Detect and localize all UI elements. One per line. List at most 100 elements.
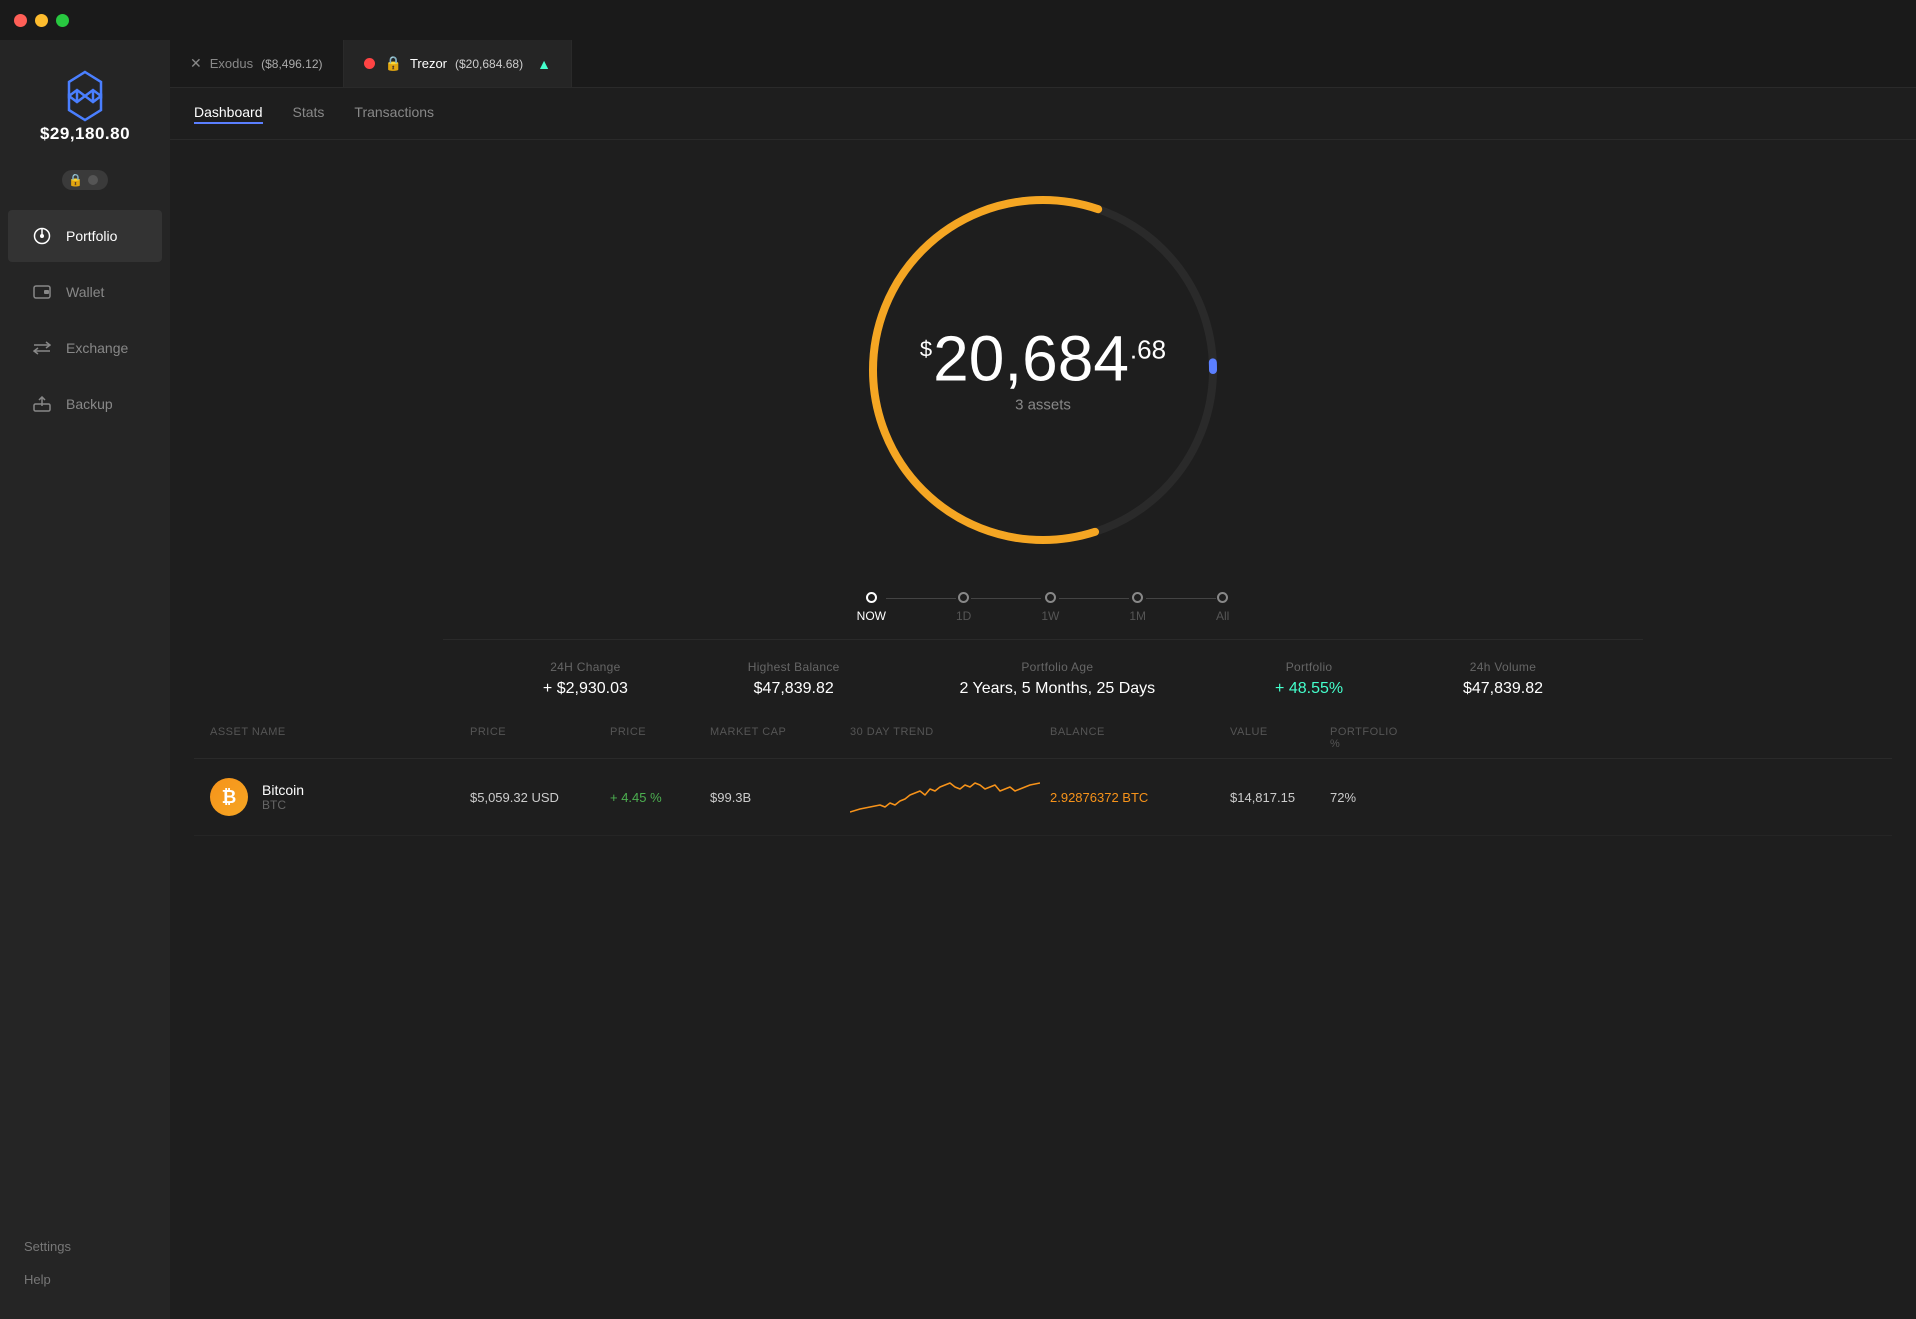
time-dot-1m	[1132, 592, 1143, 603]
btc-balance: 2.92876372 BTC	[1050, 790, 1230, 805]
btc-trend-chart	[850, 777, 1050, 817]
toggle-dot	[88, 175, 98, 185]
exchange-icon	[32, 338, 52, 358]
table-row[interactable]: ₿ Bitcoin BTC $5,059.32 USD + 4.45 % $99…	[194, 759, 1892, 836]
app-logo-icon	[57, 68, 113, 124]
btc-logo: ₿	[210, 778, 248, 816]
lock-toggle[interactable]: 🔒	[62, 170, 108, 190]
stat-portfolio-label: Portfolio	[1286, 660, 1333, 674]
subnav: Dashboard Stats Transactions	[170, 88, 1916, 140]
stat-highest-balance-value: $47,839.82	[754, 680, 834, 698]
portfolio-icon	[32, 226, 52, 246]
tab-stats[interactable]: Stats	[293, 104, 325, 124]
stat-24h-change: 24H Change + $2,930.03	[543, 660, 628, 698]
donut-cents: .68	[1130, 335, 1166, 366]
asset-table: ASSET NAME PRICE PRICE MARKET CAP 30 DAY…	[170, 718, 1916, 836]
stat-highest-balance-label: Highest Balance	[748, 660, 840, 674]
trezor-indicator-dot	[364, 58, 375, 69]
portfolio-label: Portfolio	[66, 228, 117, 244]
time-line-2	[971, 598, 1041, 599]
time-dot-all	[1217, 592, 1228, 603]
stat-24h-change-label: 24H Change	[550, 660, 620, 674]
time-node-1d[interactable]: 1D	[956, 592, 971, 623]
trezor-lock-icon: 🔒	[385, 55, 402, 72]
time-selector: NOW 1D 1W 1M	[857, 592, 1230, 623]
donut-dollar-sign: $	[920, 337, 932, 363]
time-label-1m: 1M	[1129, 609, 1146, 623]
backup-label: Backup	[66, 396, 113, 412]
sidebar-item-wallet[interactable]: Wallet	[8, 266, 162, 318]
stats-row: 24H Change + $2,930.03 Highest Balance $…	[443, 639, 1643, 698]
col-price: PRICE	[470, 726, 610, 750]
col-asset-name: ASSET NAME	[210, 726, 470, 750]
time-node-1m[interactable]: 1M	[1129, 592, 1146, 623]
backup-icon	[32, 394, 52, 414]
time-node-1w[interactable]: 1W	[1041, 592, 1059, 623]
donut-amount: $ 20,684 .68	[920, 327, 1166, 391]
time-dot-1d	[958, 592, 969, 603]
time-line-4	[1146, 598, 1216, 599]
col-price2: PRICE	[610, 726, 710, 750]
exodus-icon: ✕	[190, 55, 202, 72]
col-marketcap: MARKET CAP	[710, 726, 850, 750]
time-node-now[interactable]: NOW	[857, 592, 886, 623]
sidebar-item-portfolio[interactable]: Portfolio	[8, 210, 162, 262]
table-header: ASSET NAME PRICE PRICE MARKET CAP 30 DAY…	[194, 718, 1892, 759]
sidebar-bottom: Settings Help	[0, 1223, 170, 1319]
exodus-amount: ($8,496.12)	[261, 57, 322, 71]
account-tab-exodus[interactable]: ✕ Exodus ($8,496.12)	[170, 40, 344, 87]
btc-marketcap: $99.3B	[710, 790, 850, 805]
lock-icon: 🔒	[68, 173, 83, 187]
btc-logo-symbol: ₿	[222, 787, 237, 808]
sidebar: $29,180.80 🔒 Portfolio	[0, 40, 170, 1319]
close-button[interactable]	[14, 14, 27, 27]
maximize-button[interactable]	[56, 14, 69, 27]
stat-24h-volume-label: 24h Volume	[1470, 660, 1536, 674]
btc-change: + 4.45 %	[610, 790, 710, 805]
col-portfolio: PORTFOLIO %	[1330, 726, 1410, 750]
stat-portfolio: Portfolio + 48.55%	[1275, 660, 1343, 698]
main-content: ✕ Exodus ($8,496.12) 🔒 Trezor ($20,684.6…	[170, 40, 1916, 1319]
minimize-button[interactable]	[35, 14, 48, 27]
stat-portfolio-value: + 48.55%	[1275, 680, 1343, 698]
total-balance: $29,180.80	[40, 124, 130, 144]
btc-portfolio-pct: 72%	[1330, 790, 1410, 805]
stat-24h-volume-value: $47,839.82	[1463, 680, 1543, 698]
trezor-name: Trezor	[410, 56, 447, 71]
sidebar-item-exchange[interactable]: Exchange	[8, 322, 162, 374]
tab-transactions[interactable]: Transactions	[354, 104, 434, 124]
stat-portfolio-age-value: 2 Years, 5 Months, 25 Days	[960, 680, 1156, 698]
chart-container: $ 20,684 .68 3 assets NOW	[833, 140, 1253, 623]
col-balance: BALANCE	[1050, 726, 1230, 750]
btc-price: $5,059.32 USD	[470, 790, 610, 805]
time-line-3	[1059, 598, 1129, 599]
sidebar-item-settings[interactable]: Settings	[24, 1239, 146, 1254]
time-label-now: NOW	[857, 609, 886, 623]
time-label-1w: 1W	[1041, 609, 1059, 623]
wallet-icon	[32, 282, 52, 302]
time-line-1	[886, 598, 956, 599]
tab-dashboard[interactable]: Dashboard	[194, 104, 263, 124]
exchange-label: Exchange	[66, 340, 128, 356]
donut-chart: $ 20,684 .68 3 assets	[833, 160, 1253, 580]
btc-sparkline	[850, 777, 1040, 817]
stat-highest-balance: Highest Balance $47,839.82	[748, 660, 840, 698]
stat-portfolio-age-label: Portfolio Age	[1021, 660, 1093, 674]
time-node-all[interactable]: All	[1216, 592, 1229, 623]
time-dot-1w	[1045, 592, 1056, 603]
sidebar-item-backup[interactable]: Backup	[8, 378, 162, 430]
time-dot-now	[866, 592, 877, 603]
asset-name-cell: ₿ Bitcoin BTC	[210, 778, 470, 816]
exodus-name: Exodus	[210, 56, 253, 71]
account-tab-trezor[interactable]: 🔒 Trezor ($20,684.68) ▲	[344, 40, 572, 87]
titlebar	[0, 0, 1916, 40]
sidebar-item-help[interactable]: Help	[24, 1272, 146, 1287]
col-value: VALUE	[1230, 726, 1330, 750]
sidebar-nav: Portfolio Wallet	[0, 208, 170, 1223]
trezor-amount: ($20,684.68)	[455, 57, 523, 71]
expand-icon[interactable]: ▲	[537, 56, 551, 72]
accounts-bar: ✕ Exodus ($8,496.12) 🔒 Trezor ($20,684.6…	[170, 40, 1916, 88]
btc-name: Bitcoin	[262, 782, 304, 798]
stat-24h-change-value: + $2,930.03	[543, 680, 628, 698]
btc-value: $14,817.15	[1230, 790, 1330, 805]
